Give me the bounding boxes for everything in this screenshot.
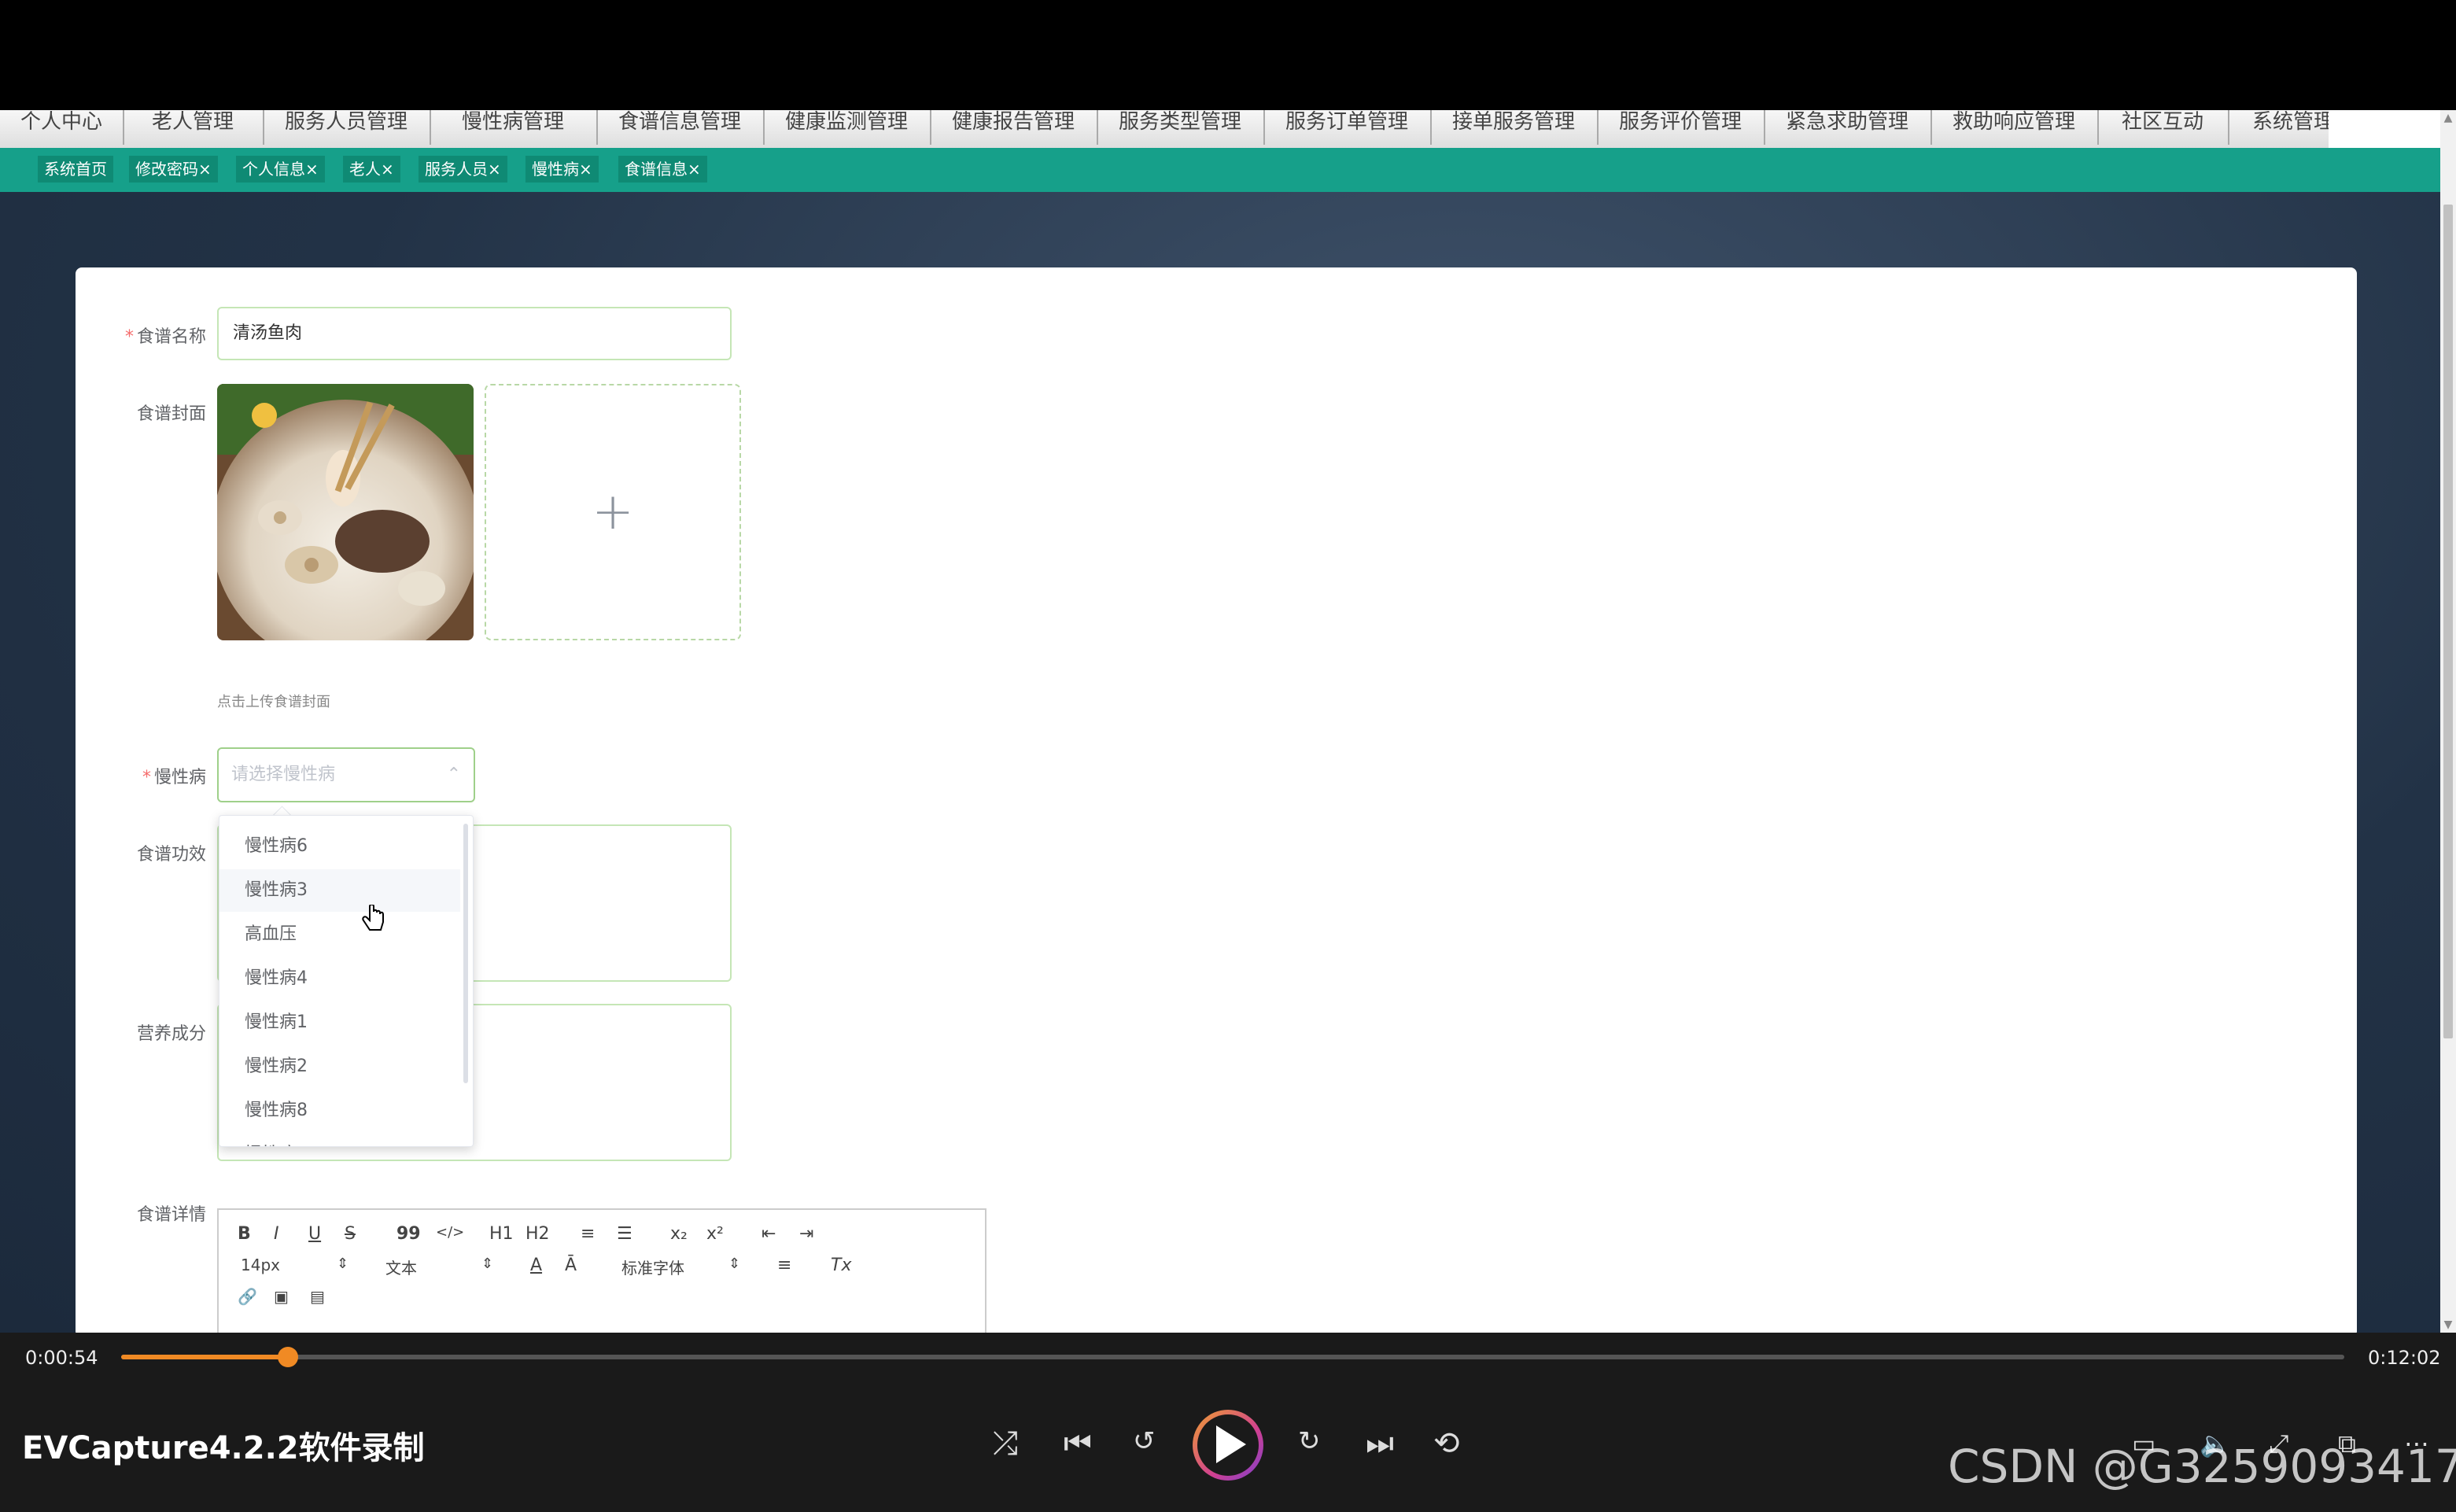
quote-icon[interactable]: 99: [396, 1224, 421, 1244]
plus-icon: +: [592, 483, 634, 541]
play-icon: [1216, 1425, 1246, 1463]
text-type-select[interactable]: 文本: [385, 1256, 417, 1278]
link-icon[interactable]: 🔗: [238, 1287, 257, 1306]
hand-cursor-icon: [362, 905, 384, 931]
nav-item[interactable]: 食谱信息管理: [596, 110, 765, 145]
clear-format-icon[interactable]: Tx: [831, 1256, 851, 1275]
ordered-list-icon[interactable]: ≡: [581, 1224, 595, 1244]
nav-item[interactable]: 慢性病管理: [430, 110, 598, 145]
recorder-brand: EVCapture4.2.2软件录制: [22, 1430, 425, 1466]
nav-item[interactable]: 社区互动: [2097, 110, 2229, 145]
progress-track[interactable]: [121, 1355, 2344, 1359]
tab-bar: 系统首页 修改密码× 个人信息× 老人× 服务人员× 慢性病× 食谱信息×: [0, 148, 2440, 192]
disease-select[interactable]: 请选择慢性病 ⌃: [217, 747, 475, 802]
italic-icon[interactable]: I: [274, 1224, 279, 1244]
video-icon[interactable]: ▤: [310, 1287, 325, 1306]
h2-icon[interactable]: H2: [525, 1224, 550, 1244]
cover-upload-box[interactable]: +: [485, 384, 741, 640]
repeat-icon[interactable]: ⟲: [1433, 1425, 1460, 1462]
nav-item[interactable]: 救助响应管理: [1931, 110, 2099, 145]
cover-image[interactable]: [217, 384, 474, 640]
current-time: 0:00:54: [25, 1347, 98, 1369]
h1-icon[interactable]: H1: [489, 1224, 514, 1244]
shuffle-icon[interactable]: ⤮: [993, 1425, 1018, 1462]
top-nav-blank: [2329, 110, 2440, 148]
superscript-icon[interactable]: x²: [706, 1224, 724, 1244]
dropdown-scrollbar[interactable]: [463, 824, 468, 1083]
strike-icon[interactable]: S: [345, 1224, 356, 1244]
chevron-updown-icon: ⇕: [481, 1256, 494, 1272]
scroll-thumb[interactable]: [2443, 205, 2453, 1038]
next-icon[interactable]: ⏭: [1366, 1425, 1394, 1462]
page-scrollbar[interactable]: ▲ ▼: [2440, 110, 2456, 1333]
nav-item[interactable]: 健康监测管理: [763, 110, 931, 145]
top-nav-menu: 个人中心 老人管理 服务人员管理 慢性病管理 食谱信息管理 健康监测管理 健康报告管理 服务类…: [0, 110, 2329, 149]
details-label: 食谱详情: [136, 1205, 206, 1225]
nav-item[interactable]: 服务类型管理: [1097, 110, 1265, 145]
tab-chronic-disease[interactable]: 慢性病×: [525, 156, 599, 183]
nav-item[interactable]: 服务订单管理: [1263, 110, 1432, 145]
font-family-select[interactable]: 标准字体: [621, 1256, 684, 1278]
nav-item[interactable]: 个人中心: [0, 110, 124, 145]
scroll-up-icon[interactable]: ▲: [2440, 110, 2456, 126]
dropdown-option[interactable]: 慢性病8: [219, 1090, 460, 1132]
tab-home[interactable]: 系统首页: [38, 156, 113, 183]
chevron-up-icon: ⌃: [446, 765, 461, 784]
nav-item[interactable]: 服务人员管理: [263, 110, 431, 145]
play-button[interactable]: [1193, 1410, 1263, 1481]
video-letterbox-top: [0, 0, 2456, 110]
scroll-down-icon[interactable]: ▼: [2440, 1317, 2456, 1333]
code-icon[interactable]: </>: [436, 1224, 464, 1241]
nav-item[interactable]: 系统管理: [2228, 110, 2329, 145]
csdn-watermark: CSDN @G3259093417: [1948, 1440, 2456, 1493]
cover-upload-hint: 点击上传食谱封面: [217, 694, 330, 710]
dropdown-option[interactable]: 慢性病4: [219, 957, 460, 1000]
nav-item[interactable]: 紧急求助管理: [1764, 110, 1932, 145]
bullet-list-icon[interactable]: ☰: [617, 1224, 632, 1244]
indent-icon[interactable]: ⇥: [799, 1224, 813, 1244]
nav-item[interactable]: 服务评价管理: [1597, 110, 1765, 145]
dropdown-option[interactable]: 慢性病3: [219, 869, 460, 912]
rewind-10-icon[interactable]: ↺: [1133, 1425, 1156, 1457]
tab-recipe-info[interactable]: 食谱信息×: [618, 156, 707, 183]
recipe-name-label: * 食谱名称: [124, 327, 206, 347]
tab-elderly[interactable]: 老人×: [343, 156, 400, 183]
food-photo-icon: [217, 384, 474, 640]
highlight-icon[interactable]: Ā: [565, 1256, 577, 1275]
recipe-name-input[interactable]: 清汤鱼肉: [217, 307, 732, 360]
dropdown-option[interactable]: 高血压: [219, 913, 460, 956]
disease-dropdown: 慢性病6 慢性病3 高血压 慢性病4 慢性病1 慢性病2 慢性病8 慢性病7: [219, 815, 474, 1147]
font-color-icon[interactable]: A: [530, 1256, 542, 1275]
font-size-select[interactable]: 14px: [241, 1256, 280, 1274]
bold-icon[interactable]: B: [238, 1224, 251, 1244]
subscript-icon[interactable]: x₂: [670, 1224, 688, 1244]
tab-change-password[interactable]: 修改密码×: [129, 156, 218, 183]
previous-icon[interactable]: ⏮: [1064, 1425, 1092, 1462]
tab-profile[interactable]: 个人信息×: [236, 156, 325, 183]
outdent-icon[interactable]: ⇤: [762, 1224, 776, 1244]
disease-label: * 慢性病: [142, 768, 206, 787]
disease-select-placeholder: 请选择慢性病: [231, 765, 336, 784]
total-time: 0:12:02: [2368, 1347, 2441, 1369]
efficacy-label: 食谱功效: [136, 845, 206, 865]
underline-icon[interactable]: U: [308, 1224, 321, 1244]
dropdown-option[interactable]: 慢性病2: [219, 1045, 460, 1088]
nav-item[interactable]: 健康报告管理: [930, 110, 1098, 145]
image-icon[interactable]: ▣: [274, 1287, 289, 1306]
tab-staff[interactable]: 服务人员×: [419, 156, 507, 183]
dropdown-option[interactable]: 慢性病6: [219, 825, 460, 868]
nav-item[interactable]: 接单服务管理: [1430, 110, 1599, 145]
nav-item[interactable]: 老人管理: [123, 110, 264, 145]
chevron-updown-icon: ⇕: [337, 1256, 349, 1272]
progress-fill: [121, 1355, 288, 1359]
cover-label: 食谱封面: [136, 404, 206, 424]
align-icon[interactable]: ≡: [777, 1256, 791, 1275]
dropdown-option[interactable]: 慢性病7: [219, 1134, 460, 1146]
dropdown-option[interactable]: 慢性病1: [219, 1001, 460, 1044]
rich-text-editor[interactable]: B I U S 99 </> H1 H2 ≡ ☰ x₂ x² ⇤ ⇥ 14px …: [217, 1208, 986, 1334]
forward-30-icon[interactable]: ↻: [1298, 1425, 1321, 1457]
progress-knob[interactable]: [278, 1347, 298, 1367]
chevron-updown-icon: ⇕: [728, 1256, 741, 1272]
nutrition-label: 营养成分: [136, 1024, 206, 1044]
